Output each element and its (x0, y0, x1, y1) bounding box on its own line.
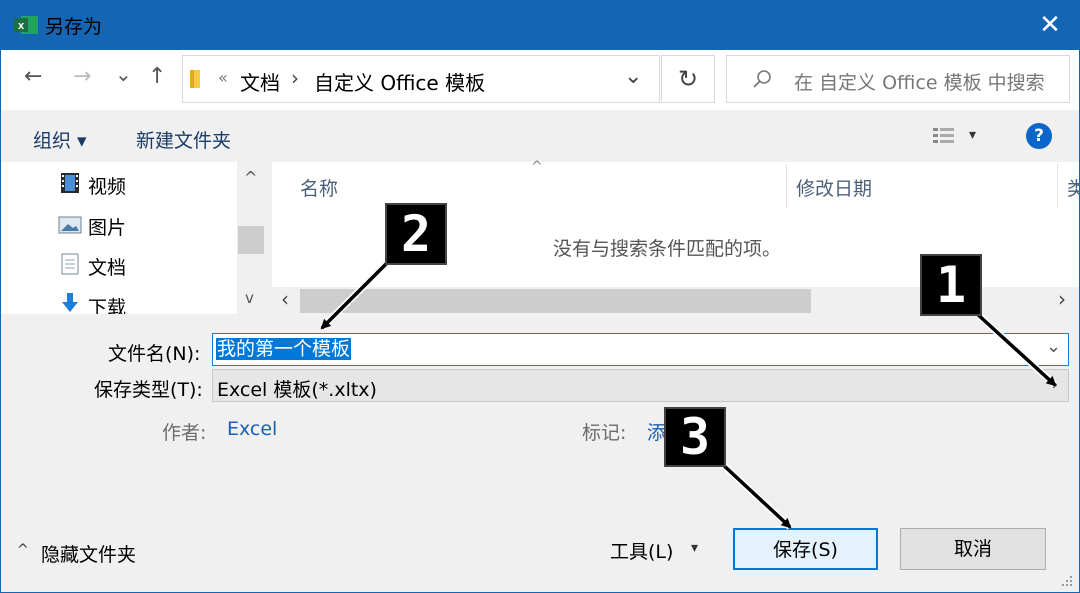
documents-icon (61, 253, 79, 275)
filename-dropdown-icon[interactable]: ⌄ (1046, 336, 1061, 357)
file-list-scroll-thumb[interactable] (300, 289, 811, 313)
filename-value[interactable]: 我的第一个模板 (216, 337, 352, 362)
sidebar-scroll-thumb[interactable] (238, 226, 264, 254)
column-header-date-modified[interactable]: 修改日期 (796, 174, 872, 201)
view-options-icon[interactable] (932, 126, 956, 148)
resize-grip-icon[interactable] (1060, 574, 1074, 588)
close-button[interactable]: ✕ (1028, 4, 1072, 46)
window-title: 另存为 (45, 16, 103, 38)
scroll-right-icon[interactable]: › (1058, 287, 1066, 311)
tools-dropdown-icon[interactable]: ▾ (691, 540, 698, 556)
breadcrumb-documents[interactable]: 文档 (240, 67, 280, 96)
search-placeholder: 在 自定义 Office 模板 中搜索 (794, 72, 1045, 94)
refresh-button[interactable]: ↻ (661, 55, 715, 103)
help-icon[interactable]: ? (1026, 123, 1052, 149)
title-bar (0, 0, 1080, 50)
filetype-label: 保存类型(T): (94, 379, 203, 401)
author-label: 作者: (162, 422, 207, 444)
path-overflow-icon[interactable]: « (218, 68, 228, 87)
column-divider[interactable] (786, 164, 787, 208)
pictures-icon (58, 216, 82, 234)
sidebar-item-pictures[interactable]: 图片 (88, 213, 126, 240)
recent-locations-icon[interactable]: ⌄ (115, 62, 132, 86)
save-button[interactable]: 保存(S) (733, 528, 878, 570)
sidebar-item-documents[interactable]: 文档 (88, 253, 126, 280)
breadcrumb-templates[interactable]: 自定义 Office 模板 (314, 67, 485, 96)
excel-app-icon: x (14, 16, 38, 34)
breadcrumb-separator-icon: › (291, 66, 299, 90)
hide-folders-button[interactable]: 隐藏文件夹 (41, 540, 136, 567)
author-value[interactable]: Excel (227, 418, 277, 440)
back-arrow-icon[interactable]: ← (24, 64, 42, 89)
cancel-button[interactable]: 取消 (900, 528, 1046, 570)
scroll-down-icon[interactable]: v (245, 289, 254, 307)
view-dropdown-icon[interactable]: ▾ (969, 127, 976, 143)
search-icon (753, 70, 771, 88)
video-icon (61, 173, 79, 193)
address-dropdown-icon[interactable]: ⌄ (624, 64, 642, 89)
column-header-type[interactable]: 类 (1067, 174, 1080, 201)
folder-icon (190, 70, 200, 88)
sort-indicator-icon: ^ (531, 159, 543, 175)
callout-step-3: 3 (664, 407, 726, 467)
column-header-name[interactable]: 名称 (300, 174, 338, 201)
scroll-up-icon[interactable]: ^ (244, 168, 257, 187)
collapse-icon[interactable]: ^ (17, 542, 29, 558)
svg-text:x: x (18, 20, 25, 32)
scroll-left-icon[interactable]: ‹ (281, 287, 289, 311)
navigation-pane (0, 162, 265, 314)
callout-step-1: 1 (920, 254, 982, 316)
new-folder-button[interactable]: 新建文件夹 (136, 126, 231, 153)
callout-step-2: 2 (385, 203, 447, 265)
filename-selected-text[interactable]: 我的第一个模板 (216, 338, 352, 360)
download-icon (62, 293, 78, 312)
empty-message: 没有与搜索条件匹配的项。 (553, 238, 782, 260)
tools-menu[interactable]: 工具(L) (610, 537, 673, 564)
tags-label: 标记: (582, 422, 627, 444)
filetype-value[interactable]: Excel 模板(*.xltx) (217, 375, 377, 402)
forward-arrow-icon[interactable]: → (73, 64, 91, 89)
filetype-dropdown-icon[interactable]: ⌄ (1046, 372, 1061, 393)
filename-label: 文件名(N): (108, 343, 201, 365)
sidebar-item-videos[interactable]: 视频 (88, 172, 126, 199)
organize-menu[interactable]: 组织 ▾ (33, 126, 87, 153)
up-arrow-icon[interactable]: ↑ (148, 64, 166, 89)
column-divider[interactable] (1057, 164, 1058, 208)
